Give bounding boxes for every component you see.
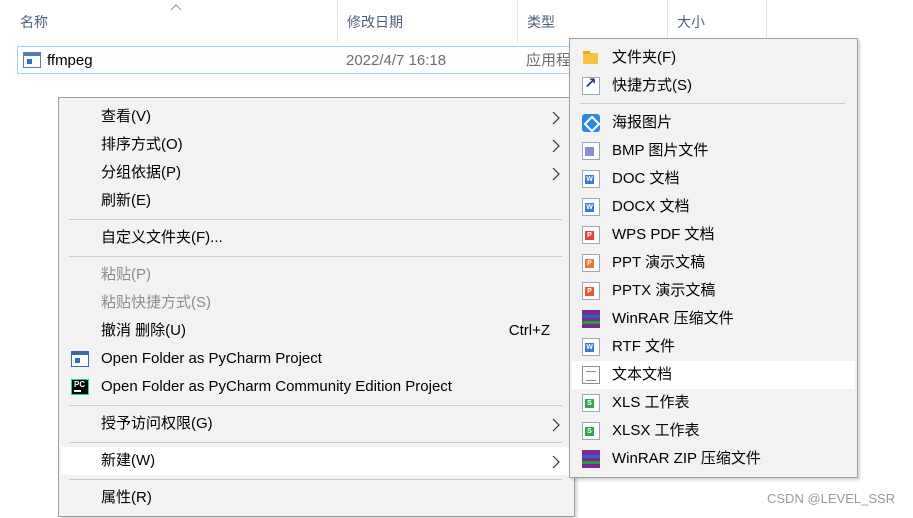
submenu-item-shortcut[interactable]: 快捷方式(S): [572, 72, 855, 100]
submenu-item-label: 海报图片: [612, 114, 673, 131]
pycharm-folder-icon: [71, 351, 89, 367]
submenu-item-label: PPTX 演示文稿: [612, 282, 716, 299]
submenu-item-docx[interactable]: DOCX 文档: [572, 193, 855, 221]
menu-item-properties[interactable]: 属性(R): [61, 484, 572, 512]
menu-item-grant-access[interactable]: 授予访问权限(G): [61, 410, 572, 438]
submenu-item-bmp[interactable]: BMP 图片文件: [572, 137, 855, 165]
menu-separator: [69, 256, 562, 257]
submenu-item-wps-pdf[interactable]: WPS PDF 文档: [572, 221, 855, 249]
file-type: 应用程: [526, 52, 572, 69]
submenu-item-label: XLSX 工作表: [612, 422, 700, 439]
pdf-icon: [582, 226, 600, 244]
file-date: 2022/4/7 16:18: [346, 52, 447, 69]
submenu-item-xlsx[interactable]: XLSX 工作表: [572, 417, 855, 445]
submenu-item-label: DOCX 文档: [612, 198, 690, 215]
submenu-item-xls[interactable]: XLS 工作表: [572, 389, 855, 417]
menu-item-view[interactable]: 查看(V): [61, 103, 572, 131]
menu-separator: [69, 479, 562, 480]
menu-item-paste-shortcut: 粘贴快捷方式(S): [61, 289, 572, 317]
rtf-icon: [582, 338, 600, 356]
submenu-item-label: 文件夹(F): [612, 49, 677, 66]
menu-item-label: 粘贴(P): [101, 266, 151, 283]
submenu-item-poster[interactable]: 海报图片: [572, 109, 855, 137]
submenu-item-label: WPS PDF 文档: [612, 226, 715, 243]
context-menu: 查看(V) 排序方式(O) 分组依据(P) 刷新(E) 自定义文件夹(F)...…: [58, 97, 575, 517]
new-submenu: 文件夹(F) 快捷方式(S) 海报图片 BMP 图片文件 DOC 文档 DOCX…: [569, 38, 858, 478]
submenu-item-label: DOC 文档: [612, 170, 680, 187]
chevron-right-icon: [552, 418, 560, 432]
text-document-icon: [582, 366, 600, 384]
menu-item-label: 粘贴快捷方式(S): [101, 294, 211, 311]
shortcut-icon: [582, 72, 600, 95]
menu-item-label: 刷新(E): [101, 192, 151, 209]
submenu-item-label: BMP 图片文件: [612, 142, 709, 159]
submenu-item-text-document[interactable]: 文本文档: [572, 361, 855, 389]
chevron-right-icon: [552, 111, 560, 125]
menu-separator: [69, 442, 562, 443]
menu-item-label: Open Folder as PyCharm Project: [101, 350, 322, 367]
file-name: ffmpeg: [47, 52, 93, 69]
docx-icon: [582, 198, 600, 216]
xls-icon: [582, 394, 600, 412]
bmp-icon: [582, 142, 600, 160]
submenu-item-label: WinRAR ZIP 压缩文件: [612, 450, 761, 467]
submenu-item-winrar-zip[interactable]: WinRAR ZIP 压缩文件: [572, 445, 855, 473]
menu-item-label: 排序方式(O): [101, 136, 183, 153]
xlsx-icon: [582, 422, 600, 440]
column-type[interactable]: 类型: [517, 0, 667, 42]
keyboard-shortcut: Ctrl+Z: [508, 322, 550, 339]
menu-item-label: 自定义文件夹(F)...: [101, 229, 223, 246]
menu-item-label: 授予访问权限(G): [101, 415, 213, 432]
submenu-item-rtf[interactable]: RTF 文件: [572, 333, 855, 361]
submenu-item-label: 文本文档: [612, 366, 673, 383]
poster-icon: [582, 114, 600, 132]
menu-item-new[interactable]: 新建(W): [61, 447, 572, 475]
menu-item-open-pycharm[interactable]: Open Folder as PyCharm Project: [61, 345, 572, 373]
submenu-item-label: 快捷方式(S): [612, 77, 692, 94]
chevron-right-icon: [552, 167, 560, 181]
menu-item-label: 查看(V): [101, 108, 151, 125]
column-header: 名称 修改日期 类型 大小: [0, 0, 913, 42]
submenu-item-pptx[interactable]: PPTX 演示文稿: [572, 277, 855, 305]
menu-separator: [69, 219, 562, 220]
column-name[interactable]: 名称: [0, 0, 337, 42]
doc-icon: [582, 170, 600, 188]
watermark: CSDN @LEVEL_SSR: [767, 491, 896, 506]
application-icon: [23, 52, 41, 68]
file-row-ffmpeg[interactable]: ffmpeg 2022/4/7 16:18 应用程: [17, 46, 647, 74]
folder-icon: [582, 49, 600, 67]
winrar-icon: [582, 310, 600, 328]
column-date-modified[interactable]: 修改日期: [337, 0, 517, 42]
menu-item-sort-by[interactable]: 排序方式(O): [61, 131, 572, 159]
submenu-item-winrar[interactable]: WinRAR 压缩文件: [572, 305, 855, 333]
menu-item-undo-delete[interactable]: 撤消 删除(U) Ctrl+Z: [61, 317, 572, 345]
column-size[interactable]: 大小: [667, 0, 767, 42]
menu-item-label: Open Folder as PyCharm Community Edition…: [101, 378, 452, 395]
pycharm-ce-icon: [71, 379, 89, 395]
menu-item-paste: 粘贴(P): [61, 261, 572, 289]
submenu-item-label: RTF 文件: [612, 338, 676, 355]
pptx-icon: [582, 282, 600, 300]
menu-item-label: 撤消 删除(U): [101, 322, 186, 339]
submenu-item-label: WinRAR 压缩文件: [612, 310, 734, 327]
menu-item-label: 新建(W): [101, 452, 156, 469]
chevron-right-icon: [552, 455, 560, 469]
menu-separator: [69, 405, 562, 406]
submenu-item-folder[interactable]: 文件夹(F): [572, 44, 855, 72]
menu-item-label: 分组依据(P): [101, 164, 181, 181]
menu-item-customize-folder[interactable]: 自定义文件夹(F)...: [61, 224, 572, 252]
submenu-item-label: PPT 演示文稿: [612, 254, 706, 271]
menu-item-label: 属性(R): [101, 489, 152, 506]
menu-item-open-pycharm-ce[interactable]: Open Folder as PyCharm Community Edition…: [61, 373, 572, 401]
submenu-item-ppt[interactable]: PPT 演示文稿: [572, 249, 855, 277]
menu-item-group-by[interactable]: 分组依据(P): [61, 159, 572, 187]
submenu-item-label: XLS 工作表: [612, 394, 690, 411]
winrar-zip-icon: [582, 450, 600, 468]
menu-separator: [580, 103, 845, 104]
menu-item-refresh[interactable]: 刷新(E): [61, 187, 572, 215]
submenu-item-doc[interactable]: DOC 文档: [572, 165, 855, 193]
chevron-right-icon: [552, 139, 560, 153]
ppt-icon: [582, 254, 600, 272]
